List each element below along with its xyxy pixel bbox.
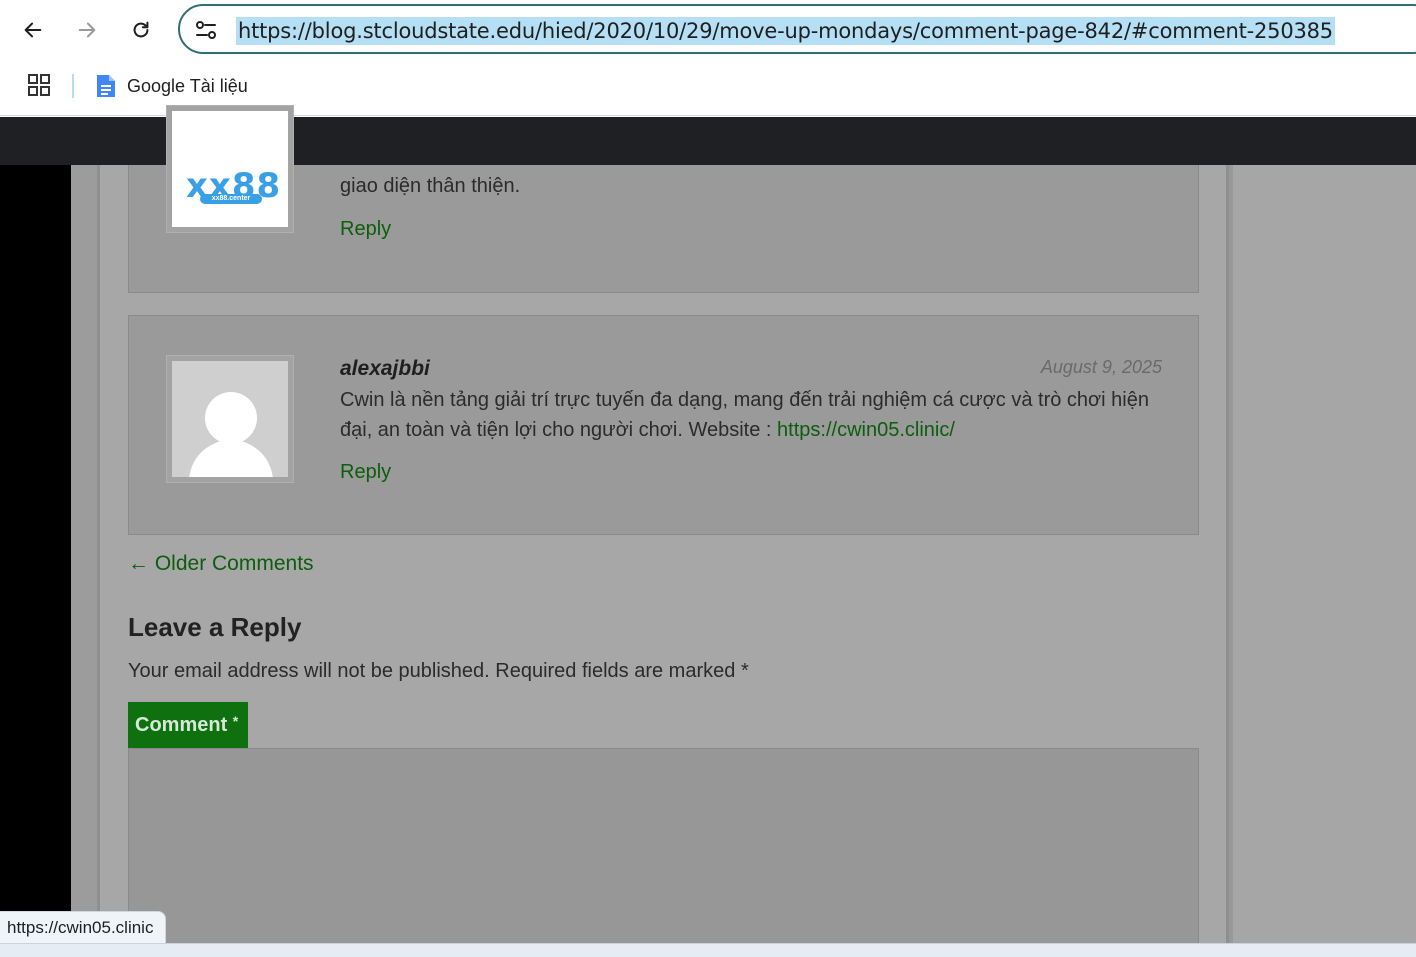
avatar-image: xx88 xx88.center: [172, 111, 288, 227]
google-docs-icon: [97, 75, 115, 97]
back-button[interactable]: [15, 12, 51, 48]
comment-label-text: Comment: [135, 714, 228, 736]
site-info-icon[interactable]: [194, 18, 218, 42]
arrow-right-icon: [78, 22, 96, 38]
address-bar[interactable]: https://blog.stcloudstate.edu/hied/2020/…: [178, 4, 1416, 54]
required-mark: *: [740, 660, 749, 682]
comment-author[interactable]: alexajbbi: [340, 357, 430, 381]
reload-button[interactable]: [123, 12, 159, 48]
leave-reply-title: Leave a Reply: [128, 612, 302, 642]
window-bottom-edge: [0, 943, 1416, 957]
default-avatar-icon: [172, 361, 288, 477]
comment-date[interactable]: August 9, 2025: [1041, 357, 1162, 378]
reply-link[interactable]: Reply: [340, 461, 391, 484]
bookmark-google-docs[interactable]: Google Tài liệu: [95, 72, 248, 100]
left-margin: [0, 165, 71, 943]
reply-notes: Your email address will not be published…: [128, 660, 749, 683]
comment-card: alexajbbi August 9, 2025 Cwin là nền tản…: [128, 315, 1199, 535]
reply-notes-text: Your email address will not be published…: [128, 660, 736, 682]
forward-button[interactable]: [69, 12, 105, 48]
arrow-left-icon: [24, 22, 42, 38]
bookmark-label: Google Tài liệu: [127, 75, 248, 96]
bookmarks-divider: [72, 74, 74, 98]
older-comments-link[interactable]: ← Older Comments: [128, 552, 314, 576]
browser-toolbar: https://blog.stcloudstate.edu/hied/2020/…: [0, 0, 1416, 60]
comment-field-label: Comment *: [128, 702, 248, 748]
avatar: [166, 355, 294, 483]
reload-icon: [133, 21, 149, 38]
comment-text: giao diện thân thiện.: [340, 175, 521, 197]
avatar: xx88 xx88.center: [166, 105, 294, 233]
apps-grid-icon[interactable]: [28, 74, 50, 96]
comment-card: xx88 xx88.center giao diện thân thiện. R…: [128, 105, 1199, 293]
comment-body: Cwin là nền tảng giải trí trực tuyến đa …: [340, 389, 1149, 441]
comment-required-mark: *: [232, 713, 239, 729]
link-status-bubble: https://cwin05.clinic: [0, 911, 167, 943]
url-text[interactable]: https://blog.stcloudstate.edu/hied/2020/…: [236, 17, 1335, 45]
avatar-logo-subtext: xx88.center: [200, 194, 262, 204]
sidebar-column: [1229, 165, 1416, 943]
reply-link[interactable]: Reply: [340, 218, 391, 241]
comment-text: Cwin là nền tảng giải trí trực tuyến đa …: [340, 385, 1160, 445]
comment-link[interactable]: https://cwin05.clinic/: [777, 419, 955, 441]
comment-textarea[interactable]: [128, 748, 1199, 948]
